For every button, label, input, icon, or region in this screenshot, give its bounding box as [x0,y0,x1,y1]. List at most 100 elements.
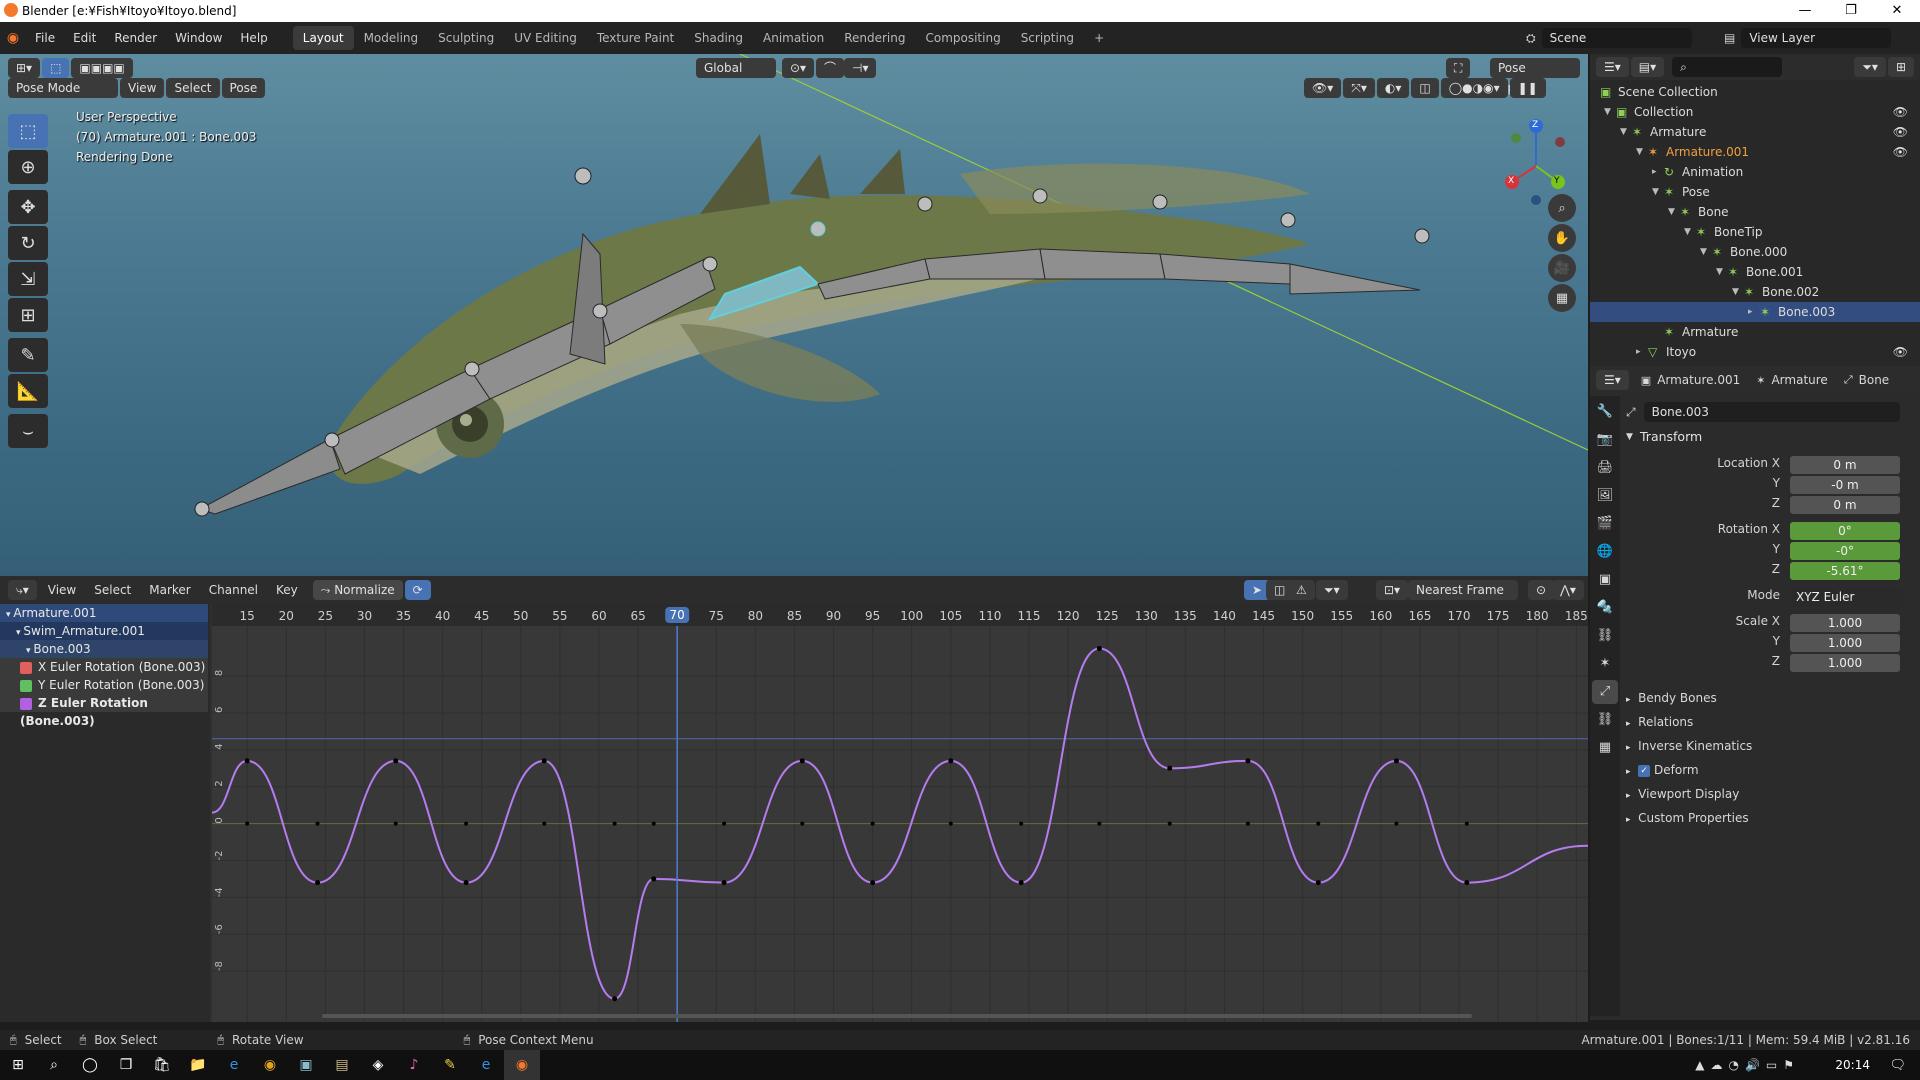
measure-icon[interactable]: 📐 [8,374,48,408]
rotate-icon[interactable]: ↻ [8,226,48,260]
blender-taskbar-icon[interactable]: ◉ [504,1050,540,1080]
texture-tab-icon[interactable]: ▦ [1592,736,1618,760]
proportional-edit-icon[interactable]: ⊙ [1528,580,1555,600]
world-tab-icon[interactable]: 🌐 [1592,540,1618,564]
camera-view-icon[interactable]: 🎥 [1548,254,1576,282]
system-tray-icons[interactable]: ▲☁◔🔊▭⚑ [1695,1058,1800,1072]
scene-selector[interactable]: ⛭ Scene [1526,28,1692,48]
outliner-editor-type-icon[interactable]: ☰▾ [1596,57,1629,77]
rotation-y-field[interactable]: -0° [1790,542,1900,560]
filters-icon[interactable]: ⏷▾ [1316,580,1348,600]
navigation-gizmo[interactable] [1505,119,1565,205]
app-icon-4[interactable]: ♪ [396,1057,432,1073]
transform-icon[interactable]: ⊞ [8,298,48,332]
expand-arrow-icon[interactable]: ▼ [1668,202,1675,222]
menu-render[interactable]: Render [105,26,166,50]
blender-menu-icon[interactable]: ◉ [0,30,26,46]
visibility-eye-icon[interactable]: 👁 [1893,102,1908,122]
outliner-row[interactable]: ▼ ▣ Collection 👁 [1590,102,1920,122]
menu-edit[interactable]: Edit [64,26,105,50]
visibility-icon[interactable]: 👁▾ [1304,78,1342,98]
bone-tab-icon[interactable]: ⤢ [1592,680,1618,704]
only-errors-icon[interactable]: ⚠ [1288,580,1315,600]
move-icon[interactable]: ✥ [8,190,48,224]
pose-options-dropdown[interactable]: Pose Options [1490,58,1580,95]
menu-window[interactable]: Window [166,26,231,50]
tab-shading[interactable]: Shading [684,26,753,50]
scale-y-field[interactable]: 1.000 [1790,634,1900,652]
view-layer-field[interactable]: View Layer [1741,28,1892,48]
modifier-tab-icon[interactable]: 🔩 [1592,596,1618,620]
tab-compositing[interactable]: Compositing [915,26,1010,50]
explorer-icon[interactable]: 📁 [180,1057,216,1073]
panel-custom-properties[interactable]: ▸ Custom Properties [1626,806,1912,830]
graph-menu-select[interactable]: Select [85,578,140,602]
pause-render-icon[interactable]: ❚❚ [1509,78,1546,98]
outliner-row[interactable]: ▸ ✶ Bone.003 [1590,302,1920,322]
menu-help[interactable]: Help [231,26,276,50]
minimize-button[interactable]: — [1782,0,1828,22]
breadcrumb-object[interactable]: Armature.001 [1657,373,1740,387]
snap-icon[interactable]: ⌒ [816,58,845,78]
xray-toggle-icon[interactable]: ◫ [1411,78,1439,98]
cursor-icon[interactable]: ⊕ [8,150,48,184]
tab-uv-editing[interactable]: UV Editing [504,26,587,50]
outliner-row[interactable]: ▼ ✶ Bone [1590,202,1920,222]
panel-relations[interactable]: ▸ Relations [1626,710,1912,734]
breadcrumb-bone[interactable]: Bone [1859,373,1890,387]
scale-z-field[interactable]: 1.000 [1790,654,1900,672]
outliner-row[interactable]: ▼ ✶ Pose [1590,182,1920,202]
bone-size-icon[interactable]: ⌣ [8,414,48,448]
outliner-row[interactable]: ▼ ✶ Bone.000 [1590,242,1920,262]
mode-dropdown[interactable]: Pose Mode [8,78,118,98]
scale-x-field[interactable]: 1.000 [1790,614,1900,632]
pivot-icon[interactable]: ⊙▾ [782,58,815,78]
graph-menu-view[interactable]: View [39,578,85,602]
channel-row[interactable]: X Euler Rotation (Bone.003) [0,658,208,676]
outliner-row[interactable]: ▼ ✶ Armature.001 👁 [1590,142,1920,162]
graph-menu-channel[interactable]: Channel [200,578,267,602]
object-tab-icon[interactable]: ▣ [1592,568,1618,592]
deform-checkbox[interactable]: ✓ [1638,764,1651,777]
outliner-row[interactable]: ▣ Scene Collection [1590,82,1920,102]
transform-panel-header[interactable]: Transform [1640,429,1702,444]
visibility-eye-icon[interactable]: 👁 [1893,122,1908,142]
falloff-icon[interactable]: ⋀▾ [1552,580,1584,600]
start-icon[interactable]: ⊞ [0,1057,36,1073]
panel-bendy-bones[interactable]: ▸ Bendy Bones [1626,686,1912,710]
bone-constraint-tab-icon[interactable]: ⛓ [1592,708,1618,732]
graph-menu-key[interactable]: Key [267,578,307,602]
visibility-eye-icon[interactable]: 👁 [1893,142,1908,162]
cortana-icon[interactable]: ◯ [72,1057,108,1073]
expand-arrow-icon[interactable]: ▼ [1636,142,1643,162]
armature-tab-icon[interactable]: ✶ [1592,652,1618,676]
location-z-field[interactable]: 0 m [1790,496,1900,514]
app-icon-5[interactable]: ✎ [432,1057,468,1073]
app-icon-1[interactable]: ▣ [288,1057,324,1073]
edge-icon[interactable]: e [216,1057,252,1073]
channel-row[interactable]: ▾ Swim_Armature.001 [0,622,208,640]
3d-viewport[interactable]: Z X Y ⊞▾ ⬚ ▣▣▣▣ Global ⊙▾ ⌒ ⊣▾ ⛶ Pose Op… [0,54,1588,576]
expand-arrow-icon[interactable]: ▼ [1652,182,1659,202]
annotate-icon[interactable]: ✎ [8,338,48,372]
location-y-field[interactable]: -0 m [1790,476,1900,494]
graph-editor-type-icon[interactable]: ⤷▾ [8,580,37,600]
display-mode-icon[interactable]: ▤▾ [1630,57,1665,77]
search-icon[interactable]: ⌕ [36,1057,72,1073]
outliner-row[interactable]: ▼ ✶ BoneTip [1590,222,1920,242]
pan-hand-icon[interactable]: ✋ [1548,224,1576,252]
outliner-row[interactable]: ▼ ✶ Armature 👁 [1590,122,1920,142]
channel-row[interactable]: Y Euler Rotation (Bone.003) [0,676,208,694]
viewport-menu-pose[interactable]: Pose [221,78,266,98]
expand-arrow-icon[interactable]: ▼ [1732,282,1739,302]
snap-mode-dropdown[interactable]: Nearest Frame [1408,580,1518,600]
rotation-x-field[interactable]: 0° [1790,522,1900,540]
outliner-row[interactable]: ▸ ↻ Animation [1590,162,1920,182]
rotation-z-field[interactable]: -5.61° [1790,562,1900,580]
viewport-menu-view[interactable]: View [120,78,165,98]
tab-animation[interactable]: Animation [753,26,834,50]
shading-mode-icons[interactable]: ◯●◑◉▾ [1440,78,1508,98]
gizmo-toggle-icon[interactable]: ⤧▾ [1343,78,1375,98]
expand-arrow-icon[interactable]: ▼ [1604,102,1611,122]
outliner-row[interactable]: ▼ ✶ Bone.001 [1590,262,1920,282]
